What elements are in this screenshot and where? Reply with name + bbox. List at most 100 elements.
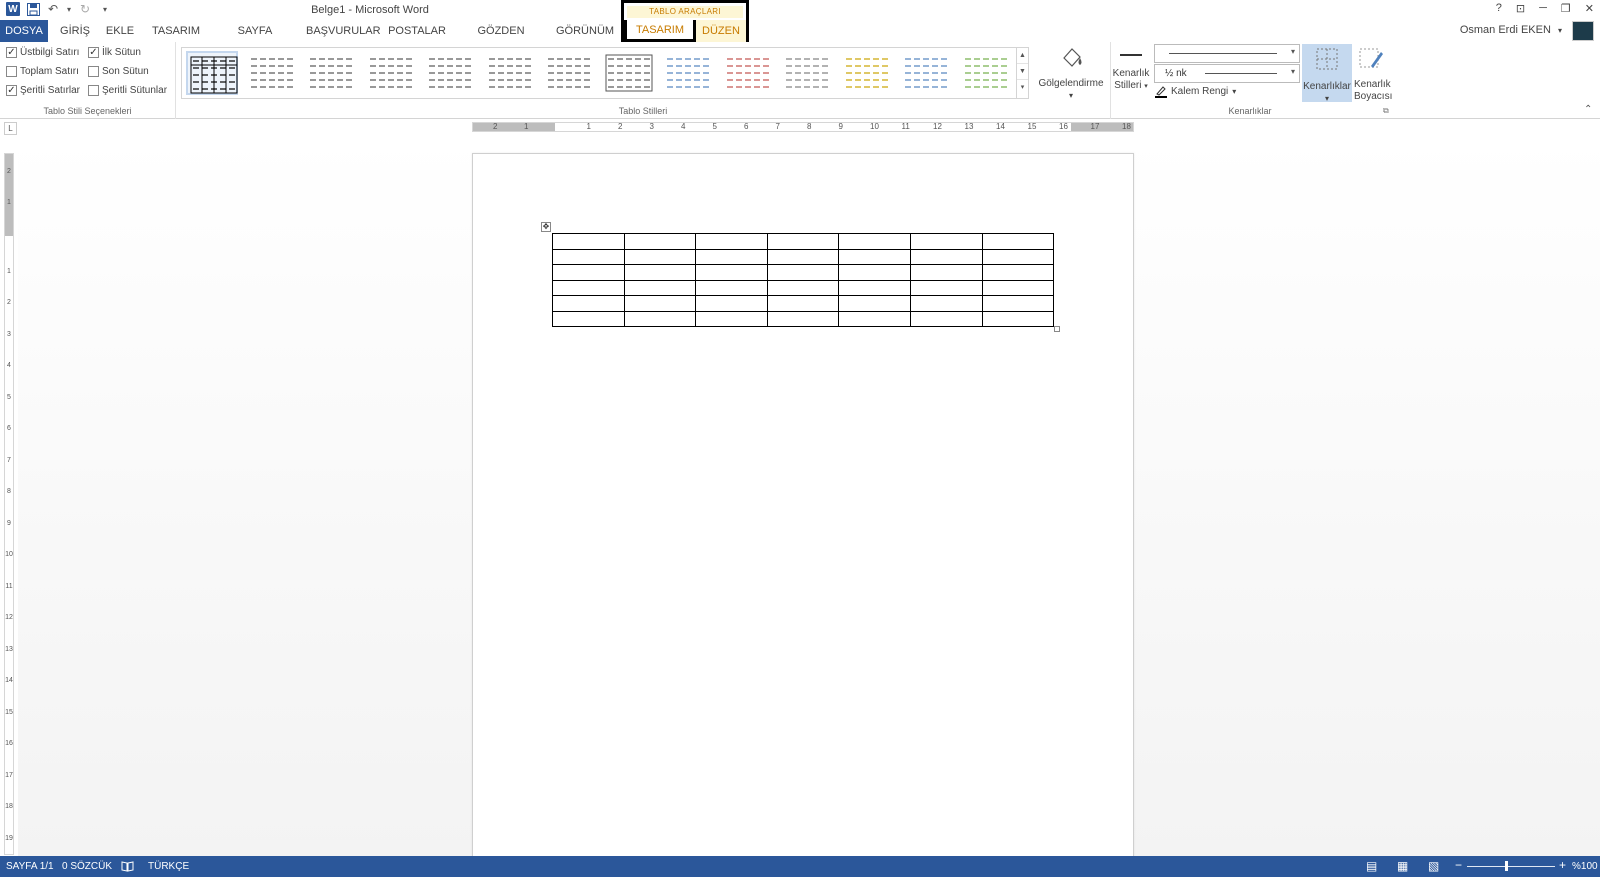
ribbon-display-options-icon[interactable]: ⊡ [1516, 2, 1525, 15]
table-style-thumb[interactable] [603, 51, 655, 95]
table-cell[interactable] [766, 233, 840, 250]
table-cell[interactable] [909, 279, 983, 296]
table-style-thumb[interactable] [841, 51, 893, 95]
tab-design[interactable]: TASARIM [148, 20, 204, 42]
table-cell[interactable] [552, 248, 625, 265]
table-style-thumb[interactable] [186, 51, 238, 95]
close-icon[interactable]: ✕ [1585, 2, 1594, 15]
table-cell[interactable] [695, 264, 768, 281]
table-cell[interactable] [981, 264, 1055, 281]
table-cell[interactable] [552, 233, 625, 250]
table-cell[interactable] [552, 310, 625, 327]
table-cell[interactable] [766, 295, 840, 312]
checkbox-box[interactable] [88, 85, 99, 96]
table-cell[interactable] [981, 310, 1055, 327]
tab-selector[interactable]: L [4, 122, 17, 135]
table-style-thumb[interactable] [722, 51, 774, 95]
banded-rows-checkbox[interactable]: ✓ Şeritli Satırlar [6, 85, 80, 96]
gallery-more-icon[interactable]: ▾ [1017, 80, 1028, 96]
table-cell[interactable] [909, 264, 983, 281]
line-weight-dropdown[interactable]: ½ nk ▾ [1154, 64, 1300, 83]
table-style-thumb[interactable] [543, 51, 595, 95]
banded-columns-checkbox[interactable]: Şeritli Sütunlar [88, 85, 167, 96]
table-cell[interactable] [838, 310, 911, 327]
tab-references[interactable]: BAŞVURULAR [306, 20, 381, 42]
last-column-checkbox[interactable]: Son Sütun [88, 66, 149, 77]
table-cell[interactable] [766, 264, 840, 281]
table-cell[interactable] [766, 248, 840, 265]
table-style-thumb[interactable] [781, 51, 833, 95]
table-cell[interactable] [981, 295, 1055, 312]
table-cell[interactable] [838, 248, 911, 265]
table-cell[interactable] [623, 248, 697, 265]
gallery-down-icon[interactable]: ▼ [1017, 64, 1028, 80]
table-resize-handle[interactable] [1054, 326, 1060, 332]
proofing-icon[interactable] [121, 861, 134, 875]
table-cell[interactable] [552, 279, 625, 296]
word-count[interactable]: 0 SÖZCÜK [62, 861, 112, 872]
table-cell[interactable] [623, 233, 697, 250]
tab-mailings[interactable]: POSTALAR [388, 20, 446, 42]
zoom-in-icon[interactable]: + [1559, 858, 1566, 872]
table-style-thumb[interactable] [424, 51, 476, 95]
pen-color-button[interactable]: Kalem Rengi ▾ [1155, 85, 1236, 98]
zoom-out-icon[interactable]: − [1455, 858, 1462, 872]
border-painter-button[interactable]: Kenarlık Boyacısı [1354, 46, 1392, 103]
checkbox-box[interactable]: ✓ [88, 47, 99, 58]
table-cell[interactable] [909, 233, 983, 250]
vertical-ruler[interactable]: 2 1 1 2 3 4 5 6 7 8 9 10 11 12 13 14 15 16 17 18 19 [4, 153, 14, 855]
read-mode-icon[interactable]: ▤ [1366, 859, 1377, 873]
table-cell[interactable] [981, 233, 1055, 250]
horizontal-ruler[interactable]: 2 1 1 2 3 4 5 6 7 8 9 10 11 12 13 14 15 16 17 18 [472, 122, 1134, 132]
document-table[interactable] [552, 233, 1055, 327]
table-style-thumb[interactable] [246, 51, 298, 95]
table-move-handle-icon[interactable]: ✥ [541, 222, 551, 232]
table-cell[interactable] [552, 295, 625, 312]
table-cell[interactable] [695, 233, 768, 250]
table-style-thumb[interactable] [365, 51, 417, 95]
tab-insert[interactable]: EKLE [102, 20, 138, 42]
total-row-checkbox[interactable]: Toplam Satırı [6, 66, 79, 77]
table-cell[interactable] [909, 248, 983, 265]
table-style-thumb[interactable] [900, 51, 952, 95]
zoom-level[interactable]: %100 [1572, 861, 1598, 872]
table-cell[interactable] [909, 310, 983, 327]
zoom-slider-thumb[interactable] [1505, 861, 1508, 871]
table-cell[interactable] [981, 279, 1055, 296]
table-cell[interactable] [552, 264, 625, 281]
page-count[interactable]: SAYFA 1/1 [6, 861, 54, 872]
help-icon[interactable]: ? [1496, 2, 1502, 15]
restore-icon[interactable]: ❐ [1561, 2, 1571, 15]
table-cell[interactable] [695, 295, 768, 312]
borders-button[interactable]: Kenarlıklar ▾ [1302, 44, 1352, 103]
table-cell[interactable] [766, 279, 840, 296]
table-cell[interactable] [838, 233, 911, 250]
gallery-up-icon[interactable]: ▲ [1017, 48, 1028, 64]
user-account[interactable]: Osman Erdi EKEN ▾ [1460, 24, 1562, 36]
line-style-dropdown[interactable]: ▾ [1154, 44, 1300, 63]
table-cell[interactable] [623, 310, 697, 327]
table-cell[interactable] [695, 310, 768, 327]
table-cell[interactable] [695, 248, 768, 265]
table-cell[interactable] [838, 295, 911, 312]
table-cell[interactable] [838, 264, 911, 281]
tab-file[interactable]: DOSYA [0, 20, 48, 42]
checkbox-box[interactable]: ✓ [6, 85, 17, 96]
zoom-slider[interactable] [1467, 866, 1555, 867]
minimize-icon[interactable]: ─ [1539, 2, 1547, 15]
table-cell[interactable] [623, 264, 697, 281]
table-style-thumb[interactable] [484, 51, 536, 95]
border-styles-button[interactable]: Kenarlık Stilleri ▾ [1112, 50, 1150, 93]
tab-review[interactable]: GÖZDEN GEÇİR [462, 20, 540, 59]
shading-button[interactable]: Gölgelendirme ▾ [1036, 44, 1106, 102]
header-row-checkbox[interactable]: ✓ Üstbilgi Satırı [6, 47, 79, 58]
collapse-ribbon-icon[interactable]: ⌃ [1584, 104, 1592, 115]
tab-page-layout[interactable]: SAYFA DÜZENİ [216, 20, 294, 59]
avatar[interactable] [1572, 21, 1594, 41]
tab-home[interactable]: GİRİŞ [56, 20, 94, 42]
web-layout-icon[interactable]: ▧ [1428, 859, 1439, 873]
checkbox-box[interactable] [6, 66, 17, 77]
table-cell[interactable] [838, 279, 911, 296]
print-layout-icon[interactable]: ▦ [1397, 859, 1408, 873]
table-cell[interactable] [909, 295, 983, 312]
